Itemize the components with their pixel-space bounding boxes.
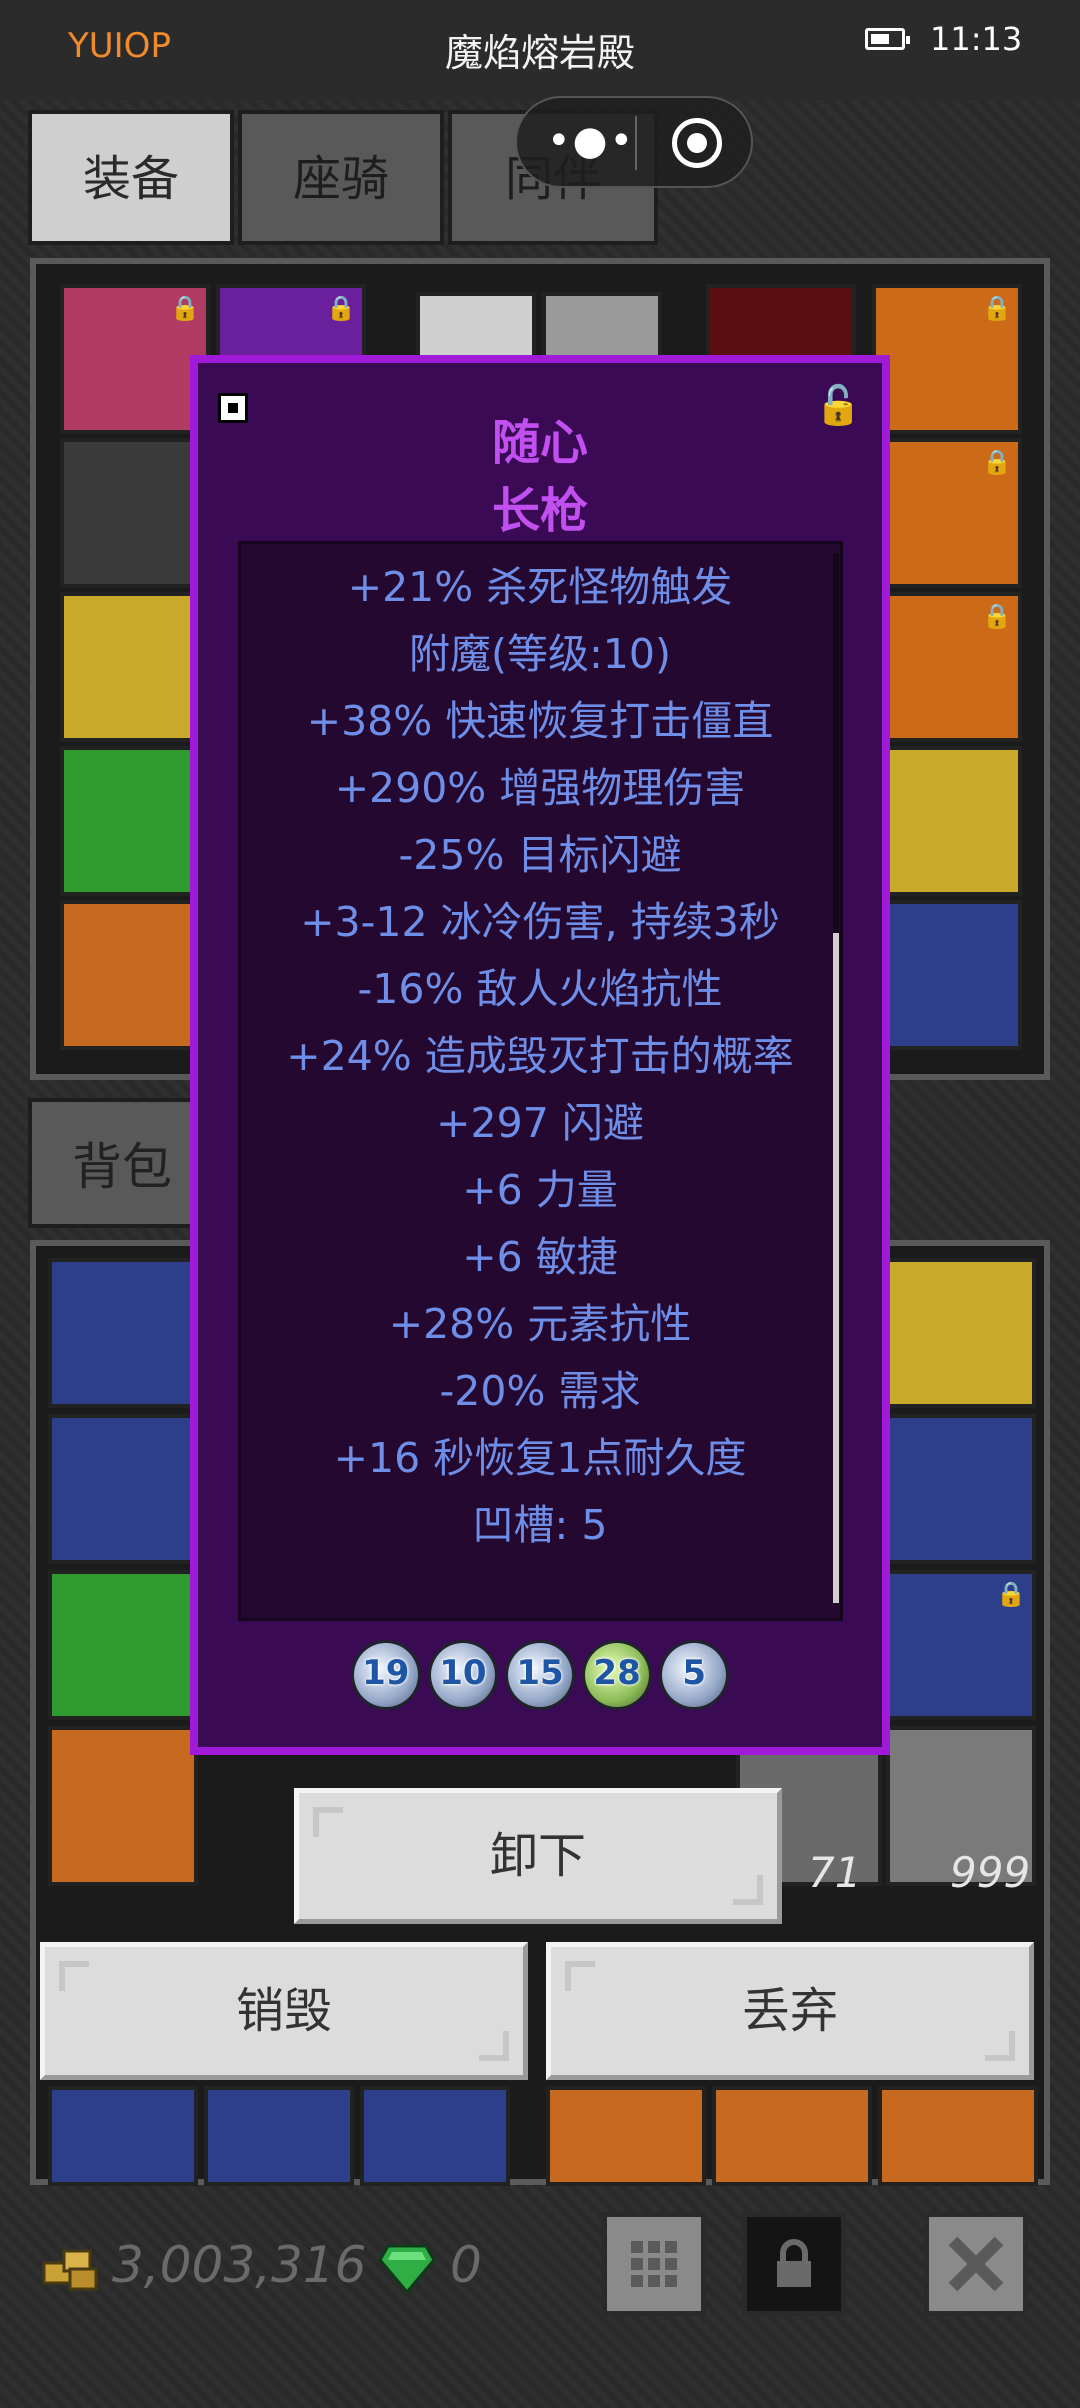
battery-icon bbox=[865, 28, 910, 50]
stat-line: +24% 造成毁灭打击的概率 bbox=[286, 1032, 794, 1080]
emerald-icon bbox=[378, 2244, 436, 2294]
destroy-button[interactable]: 销毁 bbox=[40, 1942, 528, 2080]
stat-line: +38% 快速恢复打击僵直 bbox=[306, 697, 774, 745]
item-count: 999 bbox=[950, 1848, 1031, 1897]
unequip-button[interactable]: 卸下 bbox=[294, 1788, 782, 1924]
grid-view-button[interactable] bbox=[602, 2212, 706, 2316]
bottom-bar bbox=[0, 2195, 1080, 2408]
discard-button[interactable]: 丢弃 bbox=[546, 1942, 1034, 2080]
status-bar: YUIOP 魔焰熔岩殿 11:13 bbox=[0, 0, 1080, 100]
bag-slot[interactable] bbox=[48, 1414, 198, 1564]
bag-slot[interactable] bbox=[886, 1258, 1036, 1408]
equip-slot-boots[interactable] bbox=[872, 900, 1022, 1050]
lock-icon: 🔒 bbox=[982, 448, 1012, 476]
close-button[interactable] bbox=[924, 2212, 1028, 2316]
socket-row: 19 10 15 28 5 bbox=[198, 1643, 882, 1707]
lock-icon: 🔒 bbox=[170, 294, 200, 322]
stat-line: +6 力量 bbox=[462, 1166, 618, 1214]
equip-slot-shoulder[interactable]: 🔒 bbox=[872, 284, 1022, 434]
equip-slot-armor[interactable] bbox=[60, 746, 210, 896]
stat-line: +297 闪避 bbox=[436, 1099, 644, 1147]
bag-slot[interactable] bbox=[546, 2086, 706, 2186]
lock-icon: 🔒 bbox=[982, 602, 1012, 630]
miniprogram-capsule: •●• bbox=[515, 96, 753, 188]
bag-slot[interactable] bbox=[204, 2086, 354, 2186]
more-icon[interactable]: •●• bbox=[547, 118, 635, 164]
stat-line: +6 敏捷 bbox=[462, 1233, 618, 1281]
equip-slot-belt[interactable] bbox=[60, 900, 210, 1050]
bag-slot[interactable] bbox=[48, 1726, 198, 1886]
stat-line: +3-12 冰冷伤害, 持续3秒 bbox=[300, 898, 780, 946]
stat-line: -16% 敌人火焰抗性 bbox=[357, 965, 723, 1013]
gold-amount: 3,003,316 bbox=[112, 2236, 367, 2294]
stat-line: +21% 杀死怪物触发 bbox=[347, 563, 733, 611]
lock-icon bbox=[777, 2239, 811, 2287]
bag-slot[interactable] bbox=[48, 1570, 198, 1720]
divider bbox=[635, 116, 637, 170]
grid-icon bbox=[631, 2241, 677, 2287]
tab-equipment[interactable]: 装备 bbox=[28, 110, 234, 245]
bag-slot[interactable] bbox=[48, 2086, 198, 2186]
equip-slot-ring-2[interactable]: 🔒 bbox=[872, 592, 1022, 742]
close-icon bbox=[948, 2236, 1004, 2292]
gem-amount: 0 bbox=[450, 2236, 482, 2294]
socket-gem[interactable]: 28 bbox=[585, 1643, 650, 1707]
equip-slot-gloves[interactable] bbox=[60, 592, 210, 742]
socket-gem[interactable]: 5 bbox=[662, 1643, 727, 1707]
item-prefix: 随心 bbox=[491, 415, 588, 471]
equip-slot-amulet[interactable] bbox=[60, 438, 210, 588]
stat-line: 凹槽: 5 bbox=[472, 1501, 608, 1549]
bag-slot[interactable] bbox=[878, 2086, 1038, 2186]
tab-backpack[interactable]: 背包 ( bbox=[28, 1098, 208, 1326]
tab-mount[interactable]: 座骑 bbox=[238, 110, 444, 245]
unequip-label: 卸下 bbox=[489, 1828, 586, 1884]
lock-icon: 🔒 bbox=[326, 294, 356, 322]
bag-slot[interactable]: 🔒 bbox=[886, 1570, 1036, 1720]
destroy-label: 销毁 bbox=[235, 1983, 332, 2039]
stat-line: 附魔(等级:10) bbox=[409, 630, 671, 678]
socket-gem[interactable]: 10 bbox=[430, 1643, 495, 1707]
game-screen: YUIOP 魔焰熔岩殿 11:13 装备 座骑 同伴 •●• 🔒 🔒 🔒 🔒 🔒… bbox=[0, 0, 1080, 2408]
item-count: 71 bbox=[808, 1848, 862, 1897]
discard-label: 丢弃 bbox=[741, 1983, 838, 2039]
bag-slot[interactable] bbox=[48, 1258, 198, 1408]
lock-icon: 🔒 bbox=[996, 1580, 1026, 1608]
close-target-icon[interactable] bbox=[672, 118, 722, 168]
lock-icon: 🔒 bbox=[982, 294, 1012, 322]
equip-slot-helmet[interactable]: 🔒 bbox=[60, 284, 210, 434]
equip-slot-ring-1[interactable]: 🔒 bbox=[872, 438, 1022, 588]
stat-line: -20% 需求 bbox=[439, 1367, 641, 1415]
socket-gem[interactable]: 19 bbox=[353, 1643, 418, 1707]
bag-slot[interactable] bbox=[886, 1414, 1036, 1564]
item-name: 长枪 bbox=[491, 483, 588, 539]
equip-slot-book[interactable] bbox=[872, 746, 1022, 896]
lock-toggle-button[interactable] bbox=[742, 2212, 846, 2316]
stat-line: +290% 增强物理伤害 bbox=[334, 764, 746, 812]
stat-line: +28% 元素抗性 bbox=[388, 1300, 692, 1348]
item-tooltip: 🔓 随心 长枪 +21% 杀死怪物触发 附魔(等级:10) +38% 快速恢复打… bbox=[190, 355, 890, 1755]
clock: 11:13 bbox=[930, 20, 1023, 58]
gold-coins-icon bbox=[42, 2249, 98, 2291]
bag-slot[interactable] bbox=[360, 2086, 510, 2186]
bag-slot[interactable] bbox=[712, 2086, 872, 2186]
socket-gem[interactable]: 15 bbox=[508, 1643, 572, 1707]
stat-line: +16 秒恢复1点耐久度 bbox=[333, 1434, 747, 1482]
stat-line: -25% 目标闪避 bbox=[398, 831, 682, 879]
page-title: 魔焰熔岩殿 bbox=[444, 31, 635, 75]
